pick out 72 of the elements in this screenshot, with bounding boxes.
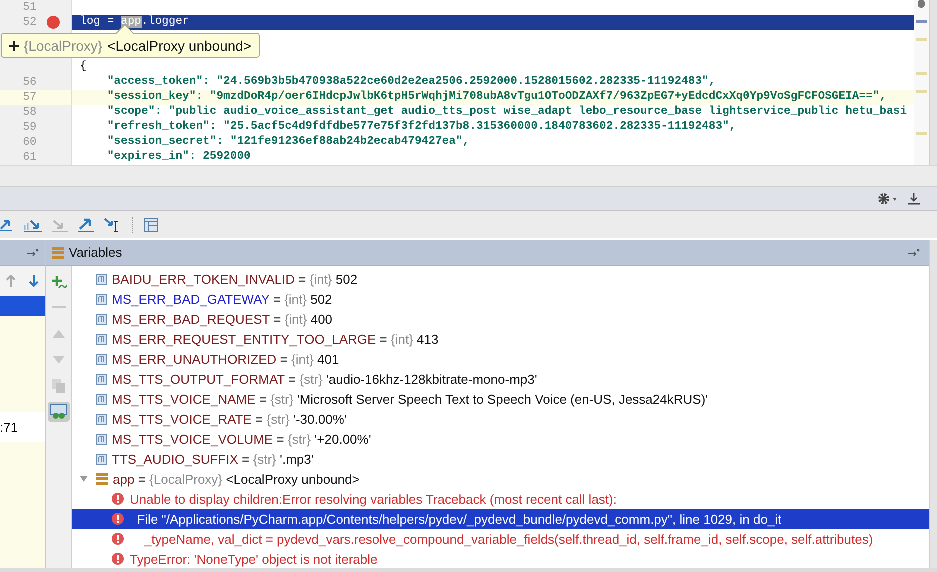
code-line: "session_key": "9mzdDoR4p/oer6IHdcpJwlbK6tpH5rWqhjMi708ubA8vTgu1OToODZAXf7/963ZpEG7+yEdcdCxXq0Yp9VoSgFCFOSGEIA==",: [106, 90, 887, 105]
settings-icon[interactable]: [877, 192, 899, 206]
step-out-icon[interactable]: [78, 218, 94, 232]
glasses-icon: [50, 404, 68, 420]
field-icon: [96, 414, 107, 424]
field-icon: [96, 434, 107, 444]
code-line: "scope": "public audio_voice_assistant_get audio_tts_post wise_adapt lebo_resource_base lightservice_public hetu_basi: [106, 105, 908, 120]
variable-entry[interactable]: MS_TTS_VOICE_VOLUME = {str} '+20.00%': [112, 432, 372, 446]
code-line: "refresh_token": "25.5acf5c4d9fdfdbe577e75f3f2fd137b8.315360000.1840783602.282335-11192483",: [106, 120, 736, 135]
error-icon: [112, 553, 124, 565]
tooltip-type: {LocalProxy}: [24, 38, 103, 54]
variable-entry[interactable]: MS_TTS_OUTPUT_FORMAT = {str} 'audio-16khz-128kbitrate-mono-mp3': [112, 372, 538, 386]
up-triangle-icon: [52, 330, 64, 338]
line-number: 60: [23, 136, 37, 149]
error-row[interactable]: TypeError: 'NoneType' object is not iterable: [72, 549, 929, 568]
pin-icon[interactable]: [27, 248, 39, 256]
breakpoint-dot[interactable]: [47, 16, 60, 29]
copy-icon: [52, 379, 66, 393]
field-icon: [96, 354, 107, 364]
error-icon: [112, 513, 124, 525]
field-icon: [96, 374, 107, 384]
line-number: 51: [23, 1, 37, 14]
line-number: 59: [23, 121, 37, 134]
error-icon: [112, 493, 124, 505]
variable-entry[interactable]: MS_ERR_UNAUTHORIZED = {int} 401: [112, 352, 340, 366]
variable-entry[interactable]: MS_ERR_REQUEST_ENTITY_TOO_LARGE = {int} 413: [112, 332, 439, 346]
down-arrow-icon[interactable]: [28, 275, 39, 287]
field-icon: [96, 394, 107, 404]
variable-entry[interactable]: BAIDU_ERR_TOKEN_INVALID = {int} 502: [112, 272, 358, 286]
error-icon: [112, 533, 124, 545]
watch-button[interactable]: [48, 402, 70, 422]
code-line: "access_token": "24.569b3b5b470938a522ce60d2e2ea2506.2592000.1528015602.282335-11192483",: [106, 75, 716, 90]
code-line: {: [80, 60, 87, 75]
field-icon: [96, 274, 107, 284]
table-icon[interactable]: [144, 218, 158, 232]
line-number: 56: [23, 76, 37, 89]
line-number: 58: [23, 106, 37, 119]
code-line: "session_secret": "121fe91236ef88ab24b2ecab479427ea",: [106, 135, 470, 150]
step-icon[interactable]: [0, 218, 14, 232]
error-row[interactable]: File "/Applications/PyCharm.app/Contents/helpers/pydev/_pydevd_bundle/pydevd_comm.py", line 1029, in do_it: [72, 509, 929, 529]
variable-entry[interactable]: app = {LocalProxy} <LocalProxy unbound>: [113, 472, 360, 486]
down-triangle-icon: [52, 356, 64, 364]
code-line: log = app.logger: [80, 15, 190, 30]
line-number: 57: [23, 91, 37, 104]
step-into-icon[interactable]: [24, 218, 42, 232]
variable-entry[interactable]: MS_ERR_BAD_GATEWAY = {int} 502: [112, 292, 332, 306]
tooltip-value: <LocalProxy unbound>: [108, 38, 252, 54]
field-icon: [96, 454, 107, 464]
add-watch-icon: [50, 274, 66, 290]
panel-title: Variables: [69, 245, 122, 260]
variable-entry[interactable]: MS_TTS_VOICE_RATE = {str} '-30.00%': [112, 412, 347, 426]
variable-entry[interactable]: MS_ERR_BAD_REQUEST = {int} 400: [112, 312, 333, 326]
up-arrow-icon[interactable]: [6, 275, 16, 287]
field-icon: [96, 294, 107, 304]
pin-icon[interactable]: [908, 248, 920, 256]
download-icon[interactable]: [907, 192, 921, 206]
variable-entry[interactable]: TTS_AUDIO_SUFFIX = {str} '.mp3': [112, 452, 314, 466]
marker-stripe[interactable]: [914, 0, 929, 165]
code-line: "expires_in": 2592000: [106, 150, 251, 165]
plus-icon[interactable]: [9, 40, 19, 50]
expand-triangle-icon[interactable]: [80, 475, 88, 483]
error-row[interactable]: Unable to display children:Error resolving variables Traceback (most recent call last):: [72, 489, 929, 509]
error-row[interactable]: _typeName, val_dict = pydevd_vars.resolve_compound_variable_fields(self.thread_id, self.frame_id, self.scope, self.attributes): [72, 529, 929, 549]
field-icon: [96, 334, 107, 344]
list-icon: [96, 473, 108, 485]
field-icon: [96, 314, 107, 324]
variable-entry[interactable]: MS_TTS_VOICE_NAME = {str} 'Microsoft Server Speech Text to Speech Voice (en-US, Jessa24kRUS)': [112, 392, 708, 406]
gutter-cell[interactable]: [0, 60, 72, 75]
line-number: 61: [23, 151, 37, 164]
list-icon: [52, 246, 64, 258]
minus-icon: [52, 306, 66, 310]
line-number: 52: [23, 16, 37, 29]
